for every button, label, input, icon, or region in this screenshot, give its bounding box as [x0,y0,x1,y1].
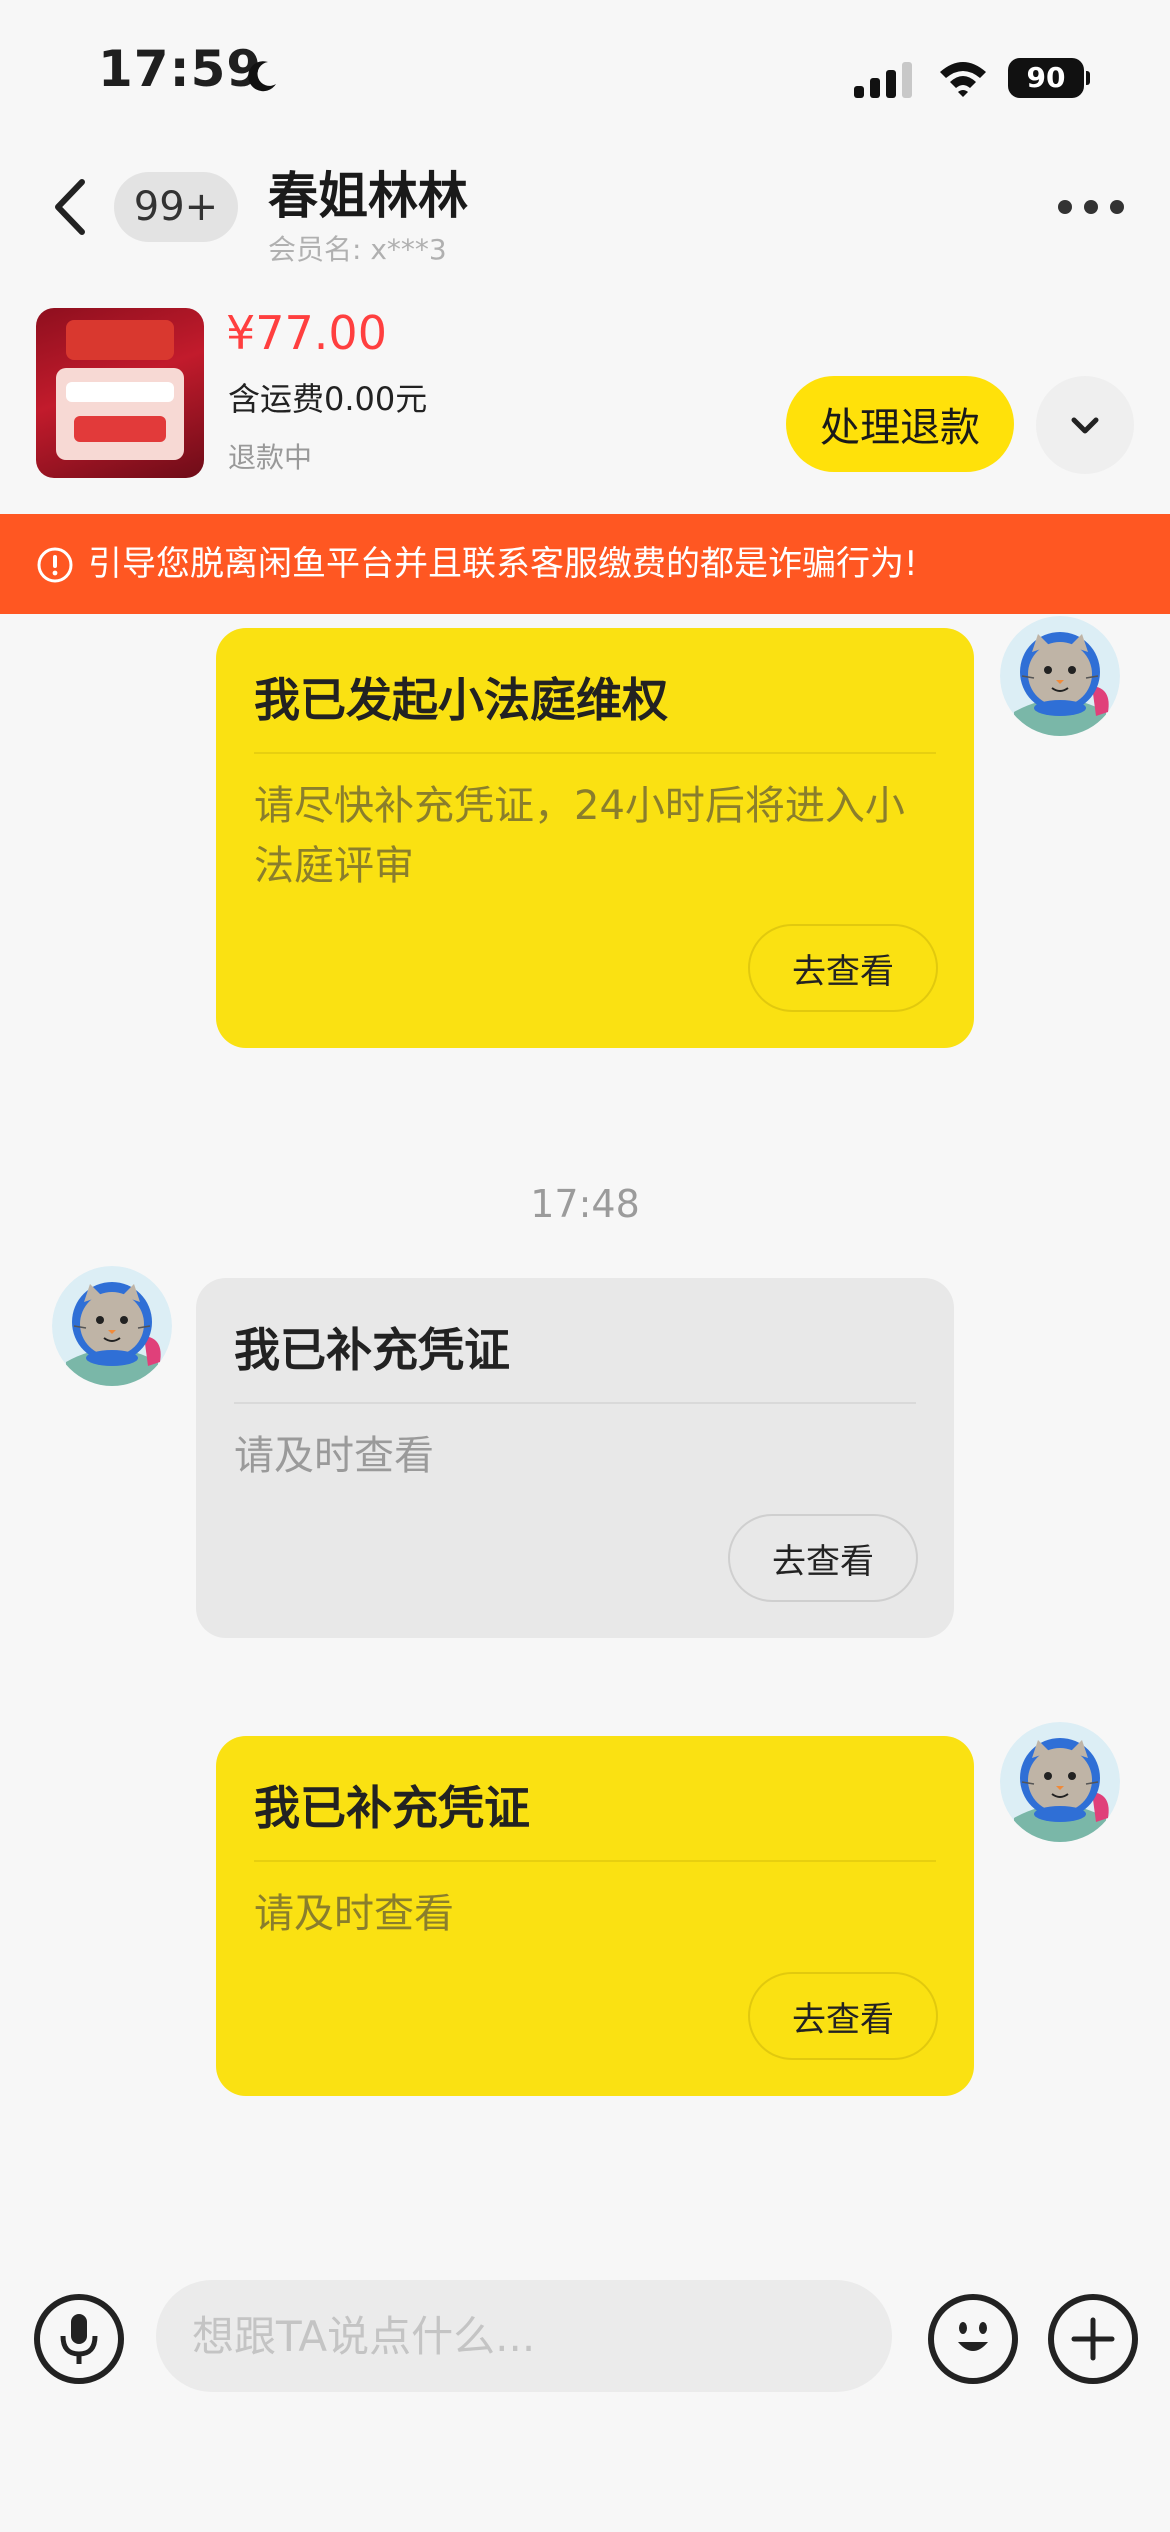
status-time: 17:59 [98,40,263,98]
expand-button[interactable] [1036,376,1134,474]
message-title: 我已补充凭证 [234,1323,510,1377]
shipping-fee: 含运费0.00元 [228,380,428,418]
view-details-button[interactable]: 去查看 [728,1514,918,1602]
member-name: 会员名: x***3 [268,233,447,266]
battery-icon: 90 [1008,58,1090,98]
voice-input-button[interactable] [34,2294,124,2384]
message-body: 请及时查看 [234,1433,434,1479]
chat-title: 春姐林林 [268,167,468,225]
unread-count-badge[interactable]: 99+ [114,172,238,242]
warning-icon [37,547,73,583]
moon-icon [248,61,276,92]
refund-status: 退款中 [228,441,313,474]
message-card: 我已补充凭证 请及时查看 去查看 [196,1278,954,1638]
view-details-button[interactable]: 去查看 [748,1972,938,2060]
emoji-icon [958,2322,988,2351]
product-thumbnail[interactable] [36,308,204,478]
view-details-button[interactable]: 去查看 [748,924,938,1012]
signal-icon [854,62,912,98]
back-arrow-icon[interactable] [46,176,96,238]
chevron-down-icon [1071,417,1099,434]
handle-refund-button[interactable]: 处理退款 [786,376,1014,472]
product-price: ¥77.00 [226,306,387,360]
emoji-button[interactable] [928,2294,1018,2384]
fraud-warning-banner: 引导您脱离闲鱼平台并且联系客服缴费的都是诈骗行为! [0,514,1170,614]
more-dots-icon[interactable] [1058,200,1124,216]
warning-text: 引导您脱离闲鱼平台并且联系客服缴费的都是诈骗行为! [88,544,918,584]
message-card: 我已发起小法庭维权 请尽快补充凭证，24小时后将进入小法庭评审 去查看 [216,628,974,1048]
message-body: 请尽快补充凭证，24小时后将进入小法庭评审 [254,783,905,889]
plus-icon [1071,2317,1115,2361]
avatar[interactable] [1000,616,1120,736]
message-input[interactable] [156,2280,892,2392]
message-card: 我已补充凭证 请及时查看 去查看 [216,1736,974,2096]
message-title: 我已发起小法庭维权 [254,673,668,727]
message-timestamp: 17:48 [530,1182,640,1226]
wifi-icon [940,62,986,97]
message-body: 请及时查看 [254,1891,454,1937]
more-actions-button[interactable] [1048,2294,1138,2384]
avatar[interactable] [52,1266,172,1386]
battery-level: 90 [1008,58,1084,98]
microphone-icon [60,2314,98,2364]
avatar[interactable] [1000,1722,1120,1842]
message-title: 我已补充凭证 [254,1781,530,1835]
